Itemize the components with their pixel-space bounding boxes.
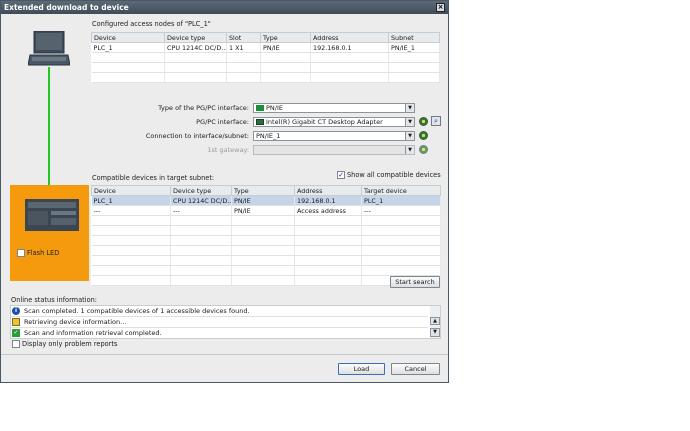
chevron-down-icon: ▼ — [405, 146, 414, 154]
table-row[interactable]: PLC_1 CPU 1214C DC/D... 1 X1 PN/IE 192.1… — [91, 42, 440, 53]
col-type[interactable]: Type — [260, 32, 311, 43]
plc-device-icon — [25, 199, 79, 231]
status-message-row: i Scan completed. 1 compatible devices o… — [11, 306, 428, 317]
col-address[interactable]: Address — [310, 32, 389, 43]
flash-led-checkbox[interactable] — [17, 249, 25, 257]
col-subnet[interactable]: Subnet — [388, 32, 440, 43]
compatible-devices-table: Device Device type Type Address Target d… — [91, 185, 441, 286]
cell-type: PN/IE — [231, 195, 295, 206]
footer-divider — [1, 354, 448, 355]
chevron-down-icon[interactable]: ▼ — [405, 104, 414, 112]
table-row — [91, 215, 441, 226]
table-row — [91, 245, 441, 256]
properties-icon[interactable] — [419, 117, 428, 126]
info-icon: i — [12, 307, 20, 315]
dialog-title: Extended download to device — [4, 3, 129, 12]
table-row — [91, 275, 441, 286]
search-icon[interactable]: ⌕ — [431, 116, 441, 126]
status-message-row: ✓ Scan and information retrieval complet… — [11, 328, 428, 338]
scroll-down-icon[interactable]: ▼ — [430, 328, 440, 337]
check-icon: ✓ — [12, 329, 20, 337]
col-device[interactable]: Device — [91, 32, 165, 43]
load-button[interactable]: Load — [338, 363, 385, 375]
flash-led-label[interactable]: Flash LED — [27, 249, 59, 257]
compatible-header-row: Device Device type Type Address Target d… — [91, 185, 441, 196]
start-search-button[interactable]: Start search — [390, 276, 440, 288]
table-row — [91, 72, 440, 83]
pg-pc-computer-icon — [28, 31, 70, 66]
status-message-row: Retrieving device information... — [11, 317, 428, 328]
configured-nodes-table: Device Device type Slot Type Address Sub… — [91, 32, 440, 83]
col-device-type[interactable]: Device type — [170, 185, 232, 196]
pgpc-interface-value: Intel(R) Gigabit CT Desktop Adapter — [266, 118, 383, 126]
show-all-label[interactable]: Show all compatible devices — [347, 171, 441, 179]
cell-type: PN/IE — [260, 42, 311, 53]
network-adapter-icon — [256, 119, 264, 125]
pgpc-interface-label: PG/PC interface: — [196, 118, 249, 126]
chevron-down-icon[interactable]: ▼ — [405, 118, 414, 126]
properties-icon — [419, 145, 428, 154]
cell-address: 192.168.0.1 — [310, 42, 389, 53]
cell-device: PLC_1 — [91, 195, 171, 206]
connection-value: PN/IE_1 — [256, 132, 281, 140]
compatible-devices-label: Compatible devices in target subnet: — [92, 174, 215, 182]
target-device-panel: Flash LED — [10, 185, 89, 281]
connection-label: Connection to interface/subnet: — [145, 132, 249, 140]
online-status-label: Online status information: — [11, 296, 97, 304]
table-row[interactable]: --- --- PN/IE Access address --- — [91, 205, 441, 216]
configured-header-row: Device Device type Slot Type Address Sub… — [91, 32, 440, 43]
cell-device: PLC_1 — [91, 42, 165, 53]
connection-select[interactable]: PN/IE_1 ▼ — [253, 131, 415, 141]
table-row — [91, 62, 440, 73]
cancel-button[interactable]: Cancel — [391, 363, 440, 375]
show-all-checkbox[interactable]: ✓ — [337, 171, 345, 179]
extended-download-dialog: Extended download to device × Configured… — [0, 0, 449, 383]
status-message-text: Scan completed. 1 compatible devices of … — [24, 307, 250, 315]
scroll-up-icon[interactable]: ▲ — [430, 317, 440, 325]
cell-subnet: PN/IE_1 — [388, 42, 440, 53]
table-row — [91, 52, 440, 63]
chevron-down-icon[interactable]: ▼ — [405, 132, 414, 140]
cell-slot: 1 X1 — [226, 42, 261, 53]
table-row — [91, 265, 441, 276]
col-address[interactable]: Address — [294, 185, 362, 196]
col-target-device[interactable]: Target device — [361, 185, 441, 196]
cell-device-type: CPU 1214C DC/D... — [170, 195, 232, 206]
cell-device-type: CPU 1214C DC/D... — [164, 42, 227, 53]
pgpc-interface-select[interactable]: Intel(R) Gigabit CT Desktop Adapter ▼ — [253, 117, 415, 127]
cell-type: PN/IE — [231, 205, 295, 216]
col-slot[interactable]: Slot — [226, 32, 261, 43]
status-message-text: Retrieving device information... — [24, 318, 127, 326]
only-problems-label[interactable]: Display only problem reports — [22, 340, 117, 348]
table-row — [91, 225, 441, 236]
title-bar: Extended download to device × — [1, 1, 448, 14]
pgpc-type-select[interactable]: PN/IE ▼ — [253, 103, 415, 113]
cell-address: 192.168.0.1 — [294, 195, 362, 206]
connection-line — [48, 67, 50, 192]
close-icon[interactable]: × — [436, 3, 445, 12]
gateway-select: ▼ — [253, 145, 415, 155]
cell-target-device: --- — [361, 205, 441, 216]
status-message-text: Scan and information retrieval completed… — [24, 329, 162, 337]
col-type[interactable]: Type — [231, 185, 295, 196]
configured-nodes-label: Configured access nodes of "PLC_1" — [92, 20, 211, 28]
pgpc-type-label: Type of the PG/PC interface: — [158, 104, 249, 112]
properties-icon[interactable] — [419, 131, 428, 140]
table-row — [91, 255, 441, 266]
cell-device: --- — [91, 205, 171, 216]
retrieving-icon — [12, 318, 20, 326]
cell-address: Access address — [294, 205, 362, 216]
table-row[interactable]: PLC_1 CPU 1214C DC/D... PN/IE 192.168.0.… — [91, 195, 441, 206]
cell-target-device: PLC_1 — [361, 195, 441, 206]
col-device-type[interactable]: Device type — [164, 32, 227, 43]
gateway-label: 1st gateway: — [207, 146, 249, 154]
cell-device-type: --- — [170, 205, 232, 216]
pgpc-type-value: PN/IE — [266, 104, 283, 112]
only-problems-checkbox[interactable] — [12, 340, 20, 348]
pn-ie-icon — [256, 105, 264, 111]
col-device[interactable]: Device — [91, 185, 171, 196]
table-row — [91, 235, 441, 246]
